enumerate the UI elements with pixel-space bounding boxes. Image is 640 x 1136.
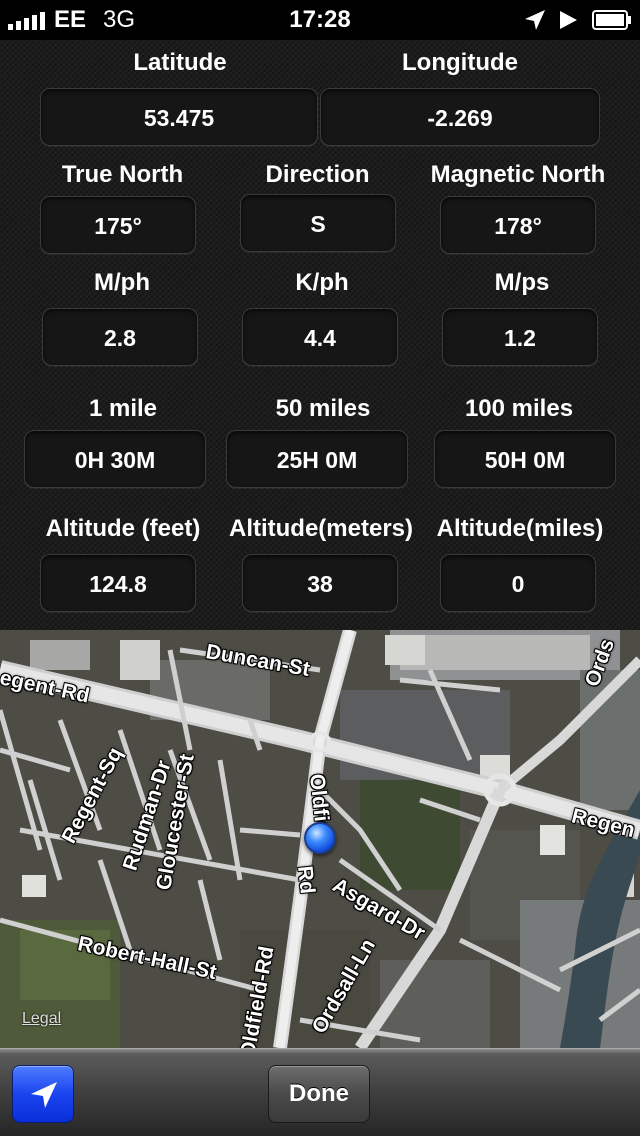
hundred-miles-eta-value: 50H 0M: [434, 430, 616, 488]
mph-value: 2.8: [42, 308, 198, 366]
magnetic-north-value: 178°: [440, 196, 596, 254]
hundred-miles-label: 100 miles: [464, 395, 574, 422]
mps-value: 1.2: [442, 308, 598, 366]
mps-label: M/ps: [494, 269, 550, 296]
location-arrow-icon: [525, 10, 545, 30]
latitude-value: 53.475: [40, 88, 318, 146]
one-mile-eta-value: 0H 30M: [24, 430, 206, 488]
longitude-label: Longitude: [402, 49, 518, 76]
gps-data-panel: Latitude Longitude 53.475 -2.269 True No…: [0, 40, 640, 630]
mph-label: M/ph: [94, 269, 150, 296]
bottom-toolbar: Done: [0, 1048, 640, 1136]
legal-link[interactable]: Legal: [22, 1010, 61, 1028]
fifty-miles-eta-value: 25H 0M: [226, 430, 408, 488]
play-icon: [560, 11, 577, 29]
street-label-oldfield-rd: Rd: [293, 864, 319, 895]
altitude-miles-label: Altitude(miles): [436, 515, 604, 542]
status-bar: EE 3G 17:28: [0, 0, 640, 40]
altitude-meters-value: 38: [242, 554, 398, 612]
direction-label: Direction: [265, 161, 370, 188]
true-north-label: True North: [61, 161, 184, 188]
latitude-label: Latitude: [133, 49, 227, 76]
satellite-map[interactable]: Duncan-St egent-Rd Regen Regent-Sq Rudma…: [0, 630, 640, 1048]
locate-me-button[interactable]: [12, 1065, 74, 1123]
one-mile-label: 1 mile: [88, 395, 158, 422]
kph-value: 4.4: [242, 308, 398, 366]
kph-label: K/ph: [295, 269, 349, 296]
magnetic-north-label: Magnetic North: [430, 161, 606, 188]
altitude-feet-value: 124.8: [40, 554, 196, 612]
current-location-pin[interactable]: [304, 822, 336, 854]
direction-value: S: [240, 194, 396, 252]
altitude-miles-value: 0: [440, 554, 596, 612]
battery-icon: [592, 10, 631, 30]
longitude-value: -2.269: [320, 88, 600, 146]
location-arrow-icon: [31, 1082, 57, 1108]
fifty-miles-label: 50 miles: [275, 395, 371, 422]
altitude-meters-label: Altitude(meters): [228, 515, 414, 542]
true-north-value: 175°: [40, 196, 196, 254]
altitude-feet-label: Altitude (feet): [45, 515, 201, 542]
done-button[interactable]: Done: [268, 1065, 370, 1123]
